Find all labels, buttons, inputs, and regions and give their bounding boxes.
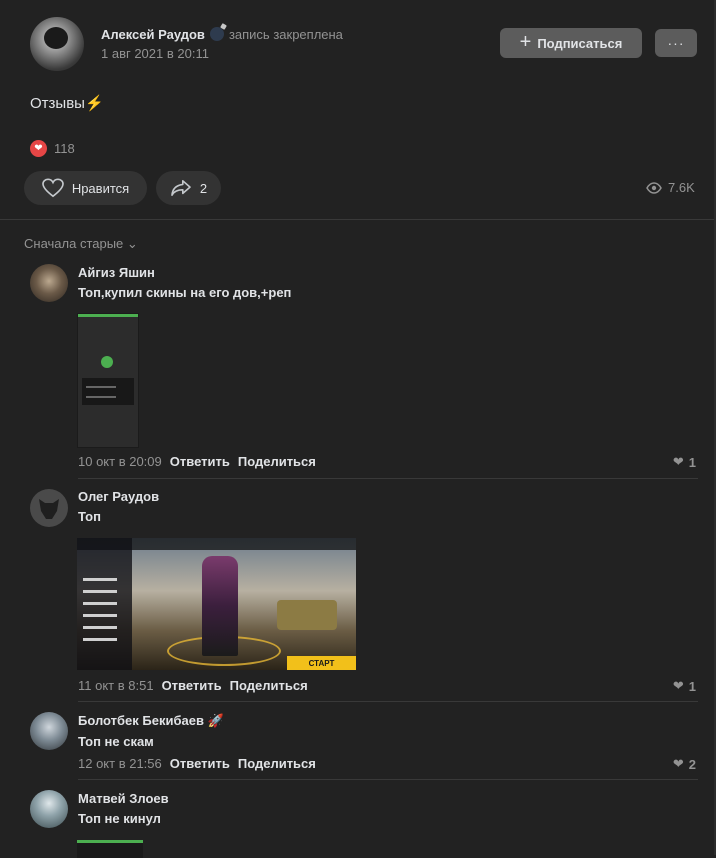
share-comment-button[interactable]: Поделиться — [230, 678, 308, 693]
comment-avatar[interactable] — [30, 790, 68, 828]
heart-icon: ❤ — [672, 454, 684, 469]
likes-summary[interactable]: ❤ 118 — [30, 140, 75, 157]
chevron-down-icon: ⌄ — [126, 236, 138, 251]
comment-date[interactable]: 11 окт в 8:51 — [78, 678, 154, 693]
comment-attachment-image[interactable] — [77, 840, 143, 858]
image-line — [83, 578, 117, 581]
comment-author[interactable]: Олег Раудов — [78, 489, 159, 504]
share-button[interactable]: 2 — [156, 171, 221, 205]
comment-likes-count: 1 — [688, 678, 696, 694]
views-count: 7.6K — [668, 180, 695, 195]
image-line — [83, 590, 117, 593]
comment-avatar[interactable] — [30, 712, 68, 750]
author-avatar[interactable] — [30, 17, 84, 71]
comment-meta: 10 окт в 20:09 Ответить Поделиться — [78, 454, 316, 469]
post: Алексей Раудов запись закреплена 1 авг 20… — [0, 0, 716, 858]
like-button[interactable]: Нравится — [24, 171, 147, 205]
subscribe-label: Подписаться — [537, 35, 623, 51]
subscribe-button[interactable]: + Подписаться — [500, 28, 642, 58]
share-comment-button[interactable]: Поделиться — [238, 756, 316, 771]
comment-attachment-image[interactable] — [77, 313, 139, 448]
reply-button[interactable]: Ответить — [170, 756, 230, 771]
reply-button[interactable]: Ответить — [170, 454, 230, 469]
comment-author[interactable]: Айгиз Яшин — [78, 265, 155, 280]
author-name[interactable]: Алексей Раудов — [101, 27, 205, 42]
comment-text: Топ,купил скины на его дов,+реп — [78, 285, 292, 300]
comment-date[interactable]: 10 окт в 20:09 — [78, 454, 162, 469]
post-text-content: Отзывы — [30, 95, 85, 112]
comment-likes-count: 2 — [688, 756, 696, 772]
comment-avatar[interactable] — [30, 264, 68, 302]
image-line — [86, 396, 116, 398]
comment-text: Топ — [78, 509, 101, 524]
dog-avatar-icon — [39, 499, 59, 519]
image-line — [83, 626, 117, 629]
plus-icon: + — [519, 31, 532, 53]
comment-like-button[interactable]: ❤ 2 — [673, 756, 696, 772]
comment-avatar[interactable] — [30, 489, 68, 527]
comment-divider — [78, 779, 698, 780]
comment-text: Топ не скам — [78, 734, 154, 749]
share-icon — [171, 179, 191, 197]
comments-sort-dropdown[interactable]: Сначала старые ⌄ — [24, 236, 138, 252]
image-line — [86, 386, 116, 388]
comment-author[interactable]: Болотбек Бекибаев — [78, 713, 204, 728]
post-header: Алексей Раудов запись закреплена — [101, 27, 343, 42]
image-status-bar — [78, 314, 138, 317]
heart-outline-icon — [41, 178, 64, 198]
comment-likes-count: 1 — [688, 454, 696, 470]
eye-icon — [646, 181, 662, 194]
comment-date[interactable]: 12 окт в 21:56 — [78, 756, 162, 771]
comment-attachment-image[interactable]: СТАРТ — [77, 538, 356, 670]
rocket-icon: 🚀 — [207, 713, 224, 728]
share-comment-button[interactable]: Поделиться — [238, 454, 316, 469]
views-counter: 7.6K — [646, 180, 695, 195]
post-text: Отзывы⚡ — [30, 94, 104, 112]
comment-meta: 11 окт в 8:51 Ответить Поделиться — [78, 678, 308, 693]
like-label: Нравится — [71, 180, 130, 196]
comment-like-button[interactable]: ❤ 1 — [673, 678, 696, 694]
image-line — [83, 614, 117, 617]
divider — [0, 219, 716, 220]
likes-count: 118 — [54, 141, 75, 156]
heart-icon: ❤ — [672, 756, 684, 771]
lightning-icon: ⚡ — [84, 95, 104, 112]
comments-sort-label: Сначала старые — [24, 236, 124, 251]
more-button[interactable]: ··· — [655, 29, 697, 57]
bomb-icon — [209, 27, 224, 41]
comment-divider — [78, 478, 698, 479]
image-vehicle — [277, 600, 337, 630]
more-dots-icon: ··· — [667, 35, 685, 51]
shares-count: 2 — [199, 180, 208, 196]
comment-meta: 12 окт в 21:56 Ответить Поделиться — [78, 756, 316, 771]
comment-like-button[interactable]: ❤ 1 — [673, 454, 696, 470]
check-icon — [101, 356, 113, 368]
heart-reaction-icon: ❤ — [30, 140, 47, 157]
comment-text: Топ не кинул — [78, 811, 161, 826]
image-character — [202, 556, 238, 656]
image-card — [82, 378, 134, 405]
image-start-button: СТАРТ — [287, 656, 356, 670]
reply-button[interactable]: Ответить — [162, 678, 222, 693]
comment-author[interactable]: Матвей Злоев — [78, 791, 169, 806]
pinned-label: запись закреплена — [228, 27, 343, 42]
image-menu — [77, 538, 132, 670]
comment-divider — [78, 701, 698, 702]
image-line — [83, 638, 117, 641]
post-date[interactable]: 1 авг 2021 в 20:11 — [101, 46, 209, 61]
image-line — [83, 602, 117, 605]
heart-icon: ❤ — [672, 678, 684, 693]
comment-author-row: Болотбек Бекибаев 🚀 — [78, 713, 224, 729]
